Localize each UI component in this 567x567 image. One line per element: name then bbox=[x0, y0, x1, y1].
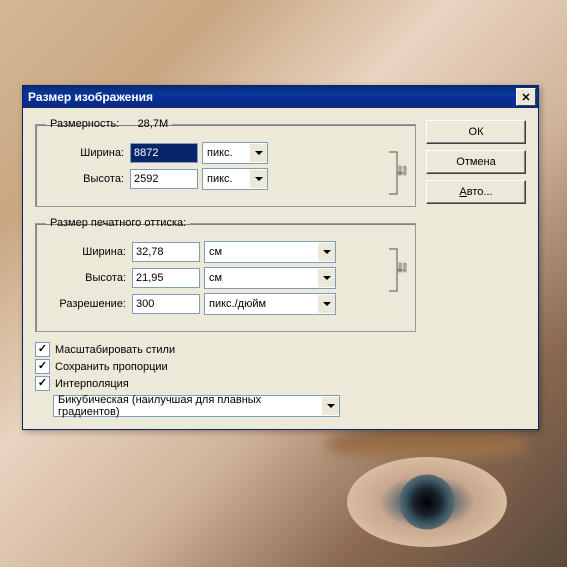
constrain-link-icon: ⛓ bbox=[387, 243, 407, 297]
px-width-unit-text: пикс. bbox=[203, 147, 250, 159]
px-height-unit-text: пикс. bbox=[203, 173, 250, 185]
doc-width-input[interactable] bbox=[132, 242, 200, 262]
resample-label: Интерполяция bbox=[55, 378, 129, 390]
dialog-title: Размер изображения bbox=[28, 90, 153, 104]
chevron-down-icon bbox=[322, 397, 339, 415]
print-legend: Размер печатного оттиска: bbox=[46, 217, 190, 229]
resample-checkbox[interactable] bbox=[35, 376, 50, 391]
close-icon: ✕ bbox=[521, 91, 530, 104]
doc-height-unit-dropdown[interactable]: см bbox=[204, 267, 336, 289]
cancel-button[interactable]: Отмена bbox=[426, 150, 526, 174]
px-height-label: Высота: bbox=[46, 173, 126, 185]
resolution-input[interactable] bbox=[132, 294, 200, 314]
doc-height-label: Высота: bbox=[46, 272, 128, 284]
px-height-input[interactable] bbox=[130, 169, 198, 189]
chevron-down-icon bbox=[250, 144, 267, 162]
chevron-down-icon bbox=[318, 269, 335, 287]
auto-button[interactable]: Авто... bbox=[426, 180, 526, 204]
chevron-down-icon bbox=[318, 295, 335, 313]
px-width-input[interactable] bbox=[130, 143, 198, 163]
constrain-link-icon: ⛓ bbox=[387, 146, 407, 200]
pixel-dimensions-group: Размерность: 28,7M Ширина: пикс. Высота: bbox=[35, 118, 416, 207]
doc-width-unit-text: см bbox=[205, 246, 318, 258]
close-button[interactable]: ✕ bbox=[516, 88, 536, 106]
px-width-unit-dropdown[interactable]: пикс. bbox=[202, 142, 268, 164]
ok-button[interactable]: ОК bbox=[426, 120, 526, 144]
constrain-proportions-checkbox[interactable] bbox=[35, 359, 50, 374]
doc-width-unit-dropdown[interactable]: см bbox=[204, 241, 336, 263]
resolution-unit-dropdown[interactable]: пикс./дюйм bbox=[204, 293, 336, 315]
scale-styles-label: Масштабировать стили bbox=[55, 344, 175, 356]
chevron-down-icon bbox=[250, 170, 267, 188]
chevron-down-icon bbox=[318, 243, 335, 261]
px-height-unit-dropdown[interactable]: пикс. bbox=[202, 168, 268, 190]
titlebar[interactable]: Размер изображения ✕ bbox=[23, 86, 538, 108]
resolution-unit-text: пикс./дюйм bbox=[205, 298, 318, 310]
document-size-group: Размер печатного оттиска: Ширина: см Выс… bbox=[35, 217, 416, 332]
doc-width-label: Ширина: bbox=[46, 246, 128, 258]
interpolation-text: Бикубическая (наилучшая для плавных град… bbox=[54, 394, 322, 418]
image-size-dialog: Размер изображения ✕ Размерность: 28,7M … bbox=[22, 85, 539, 430]
dimensions-legend: Размерность: bbox=[50, 118, 119, 130]
scale-styles-checkbox[interactable] bbox=[35, 342, 50, 357]
doc-height-unit-text: см bbox=[205, 272, 318, 284]
px-width-label: Ширина: bbox=[46, 147, 126, 159]
interpolation-dropdown[interactable]: Бикубическая (наилучшая для плавных град… bbox=[53, 395, 340, 417]
resolution-label: Разрешение: bbox=[46, 298, 128, 310]
constrain-proportions-label: Сохранить пропорции bbox=[55, 361, 168, 373]
file-size-label: 28,7M bbox=[138, 118, 169, 130]
doc-height-input[interactable] bbox=[132, 268, 200, 288]
